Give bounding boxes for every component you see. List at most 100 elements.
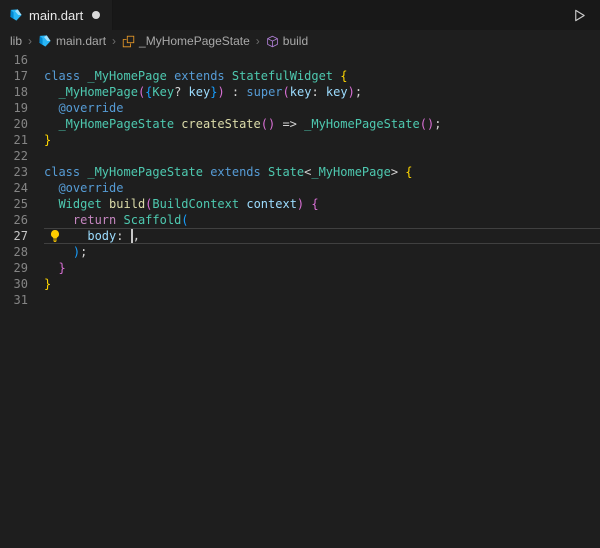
code-token: key bbox=[326, 85, 348, 99]
code-token: Key bbox=[152, 85, 174, 99]
line-number[interactable]: 29 bbox=[0, 260, 28, 276]
breadcrumb-item--myhomepagestate[interactable]: _MyHomePageState bbox=[122, 34, 250, 48]
code-token: class bbox=[44, 69, 80, 83]
code-token: _MyHomePageState bbox=[87, 165, 203, 179]
code-token: extends bbox=[174, 69, 225, 83]
breadcrumb-item-build[interactable]: build bbox=[266, 34, 308, 48]
code-token bbox=[44, 117, 58, 131]
breadcrumb-item-main-dart[interactable]: main.dart bbox=[38, 34, 106, 48]
line-number[interactable]: 19 bbox=[0, 100, 28, 116]
code-line-content bbox=[44, 148, 600, 164]
method-icon bbox=[266, 35, 279, 48]
line-number[interactable]: 17 bbox=[0, 68, 28, 84]
vscode-window: main.dart lib› main.dart› _MyHomePageSta… bbox=[0, 0, 600, 548]
code-token: BuildContext bbox=[152, 197, 239, 211]
code-token bbox=[44, 213, 73, 227]
code-line[interactable]: 20 _MyHomePageState createState() => _My… bbox=[0, 116, 600, 132]
code-line[interactable]: 22 bbox=[0, 148, 600, 164]
tab-bar-spacer bbox=[113, 0, 559, 30]
line-number[interactable]: 31 bbox=[0, 292, 28, 308]
breadcrumb-separator: › bbox=[27, 34, 33, 48]
line-number[interactable]: 18 bbox=[0, 84, 28, 100]
code-line[interactable]: 23 class _MyHomePageState extends State<_… bbox=[0, 164, 600, 180]
code-token: : bbox=[225, 85, 247, 99]
breadcrumb-separator: › bbox=[255, 34, 261, 48]
code-editor[interactable]: 1617 class _MyHomePage extends StatefulWi… bbox=[0, 52, 600, 548]
line-number[interactable]: 23 bbox=[0, 164, 28, 180]
code-token: Widget bbox=[58, 197, 101, 211]
code-token: @override bbox=[58, 101, 123, 115]
breadcrumb-item-label: _MyHomePageState bbox=[139, 34, 250, 48]
code-token: { bbox=[340, 69, 347, 83]
code-line[interactable]: 29 } bbox=[0, 260, 600, 276]
code-line-content: @override bbox=[44, 100, 600, 116]
code-line-content: _MyHomePage({Key? key}) : super(key: key… bbox=[44, 84, 600, 100]
code-line-content: @override bbox=[44, 180, 600, 196]
code-token: class bbox=[44, 165, 80, 179]
code-line-content: ); bbox=[44, 244, 600, 260]
code-token bbox=[167, 69, 174, 83]
code-line-content: return Scaffold( bbox=[44, 212, 600, 228]
code-token bbox=[44, 245, 73, 259]
code-line-content: body: , bbox=[44, 228, 600, 244]
code-token: ( bbox=[283, 85, 290, 99]
code-token: super bbox=[246, 85, 282, 99]
line-number[interactable]: 25 bbox=[0, 196, 28, 212]
lightbulb-icon[interactable] bbox=[48, 229, 62, 243]
breadcrumb-item-lib[interactable]: lib bbox=[10, 34, 22, 48]
code-token: StatefulWidget bbox=[232, 69, 333, 83]
line-number[interactable]: 27 bbox=[0, 228, 28, 244]
tab-main-dart[interactable]: main.dart bbox=[0, 0, 113, 30]
code-token: return bbox=[73, 213, 116, 227]
code-token bbox=[261, 165, 268, 179]
code-line[interactable]: 31 bbox=[0, 292, 600, 308]
breadcrumb: lib› main.dart› _MyHomePageState› build bbox=[0, 30, 600, 52]
code-line[interactable]: 26 return Scaffold( bbox=[0, 212, 600, 228]
modified-indicator-dot[interactable] bbox=[92, 11, 100, 19]
line-number[interactable]: 30 bbox=[0, 276, 28, 292]
code-token bbox=[225, 69, 232, 83]
code-token: { bbox=[405, 165, 412, 179]
code-line[interactable]: 18 _MyHomePage({Key? key}) : super(key: … bbox=[0, 84, 600, 100]
line-number[interactable]: 16 bbox=[0, 52, 28, 68]
code-token bbox=[44, 181, 58, 195]
code-token: => bbox=[275, 117, 304, 131]
line-number[interactable]: 26 bbox=[0, 212, 28, 228]
code-line-content bbox=[44, 292, 600, 308]
code-token bbox=[44, 261, 58, 275]
code-line[interactable]: 19 @override bbox=[0, 100, 600, 116]
run-button[interactable] bbox=[559, 0, 600, 30]
line-number[interactable]: 21 bbox=[0, 132, 28, 148]
code-token: context bbox=[246, 197, 297, 211]
code-token: > bbox=[391, 165, 405, 179]
line-number[interactable]: 24 bbox=[0, 180, 28, 196]
breadcrumb-item-label: build bbox=[283, 34, 308, 48]
code-line[interactable]: 17class _MyHomePage extends StatefulWidg… bbox=[0, 68, 600, 84]
breadcrumb-item-label: main.dart bbox=[56, 34, 106, 48]
code-line-content: class _MyHomePageState extends State<_My… bbox=[44, 164, 600, 180]
code-token: Scaffold bbox=[124, 213, 182, 227]
code-line-content: } bbox=[44, 276, 600, 292]
code-line-content: _MyHomePageState createState() => _MyHom… bbox=[44, 116, 600, 132]
code-token: _MyHomePageState bbox=[58, 117, 174, 131]
code-line[interactable]: 24 @override bbox=[0, 180, 600, 196]
code-line[interactable]: 21} bbox=[0, 132, 600, 148]
run-icon bbox=[572, 8, 587, 23]
code-token: _MyHomePage bbox=[58, 85, 137, 99]
code-line[interactable]: 27 body: , bbox=[0, 228, 600, 244]
code-line[interactable]: 16 bbox=[0, 52, 600, 68]
code-line[interactable]: 28 ); bbox=[0, 244, 600, 260]
code-token bbox=[102, 197, 109, 211]
line-number[interactable]: 20 bbox=[0, 116, 28, 132]
line-number[interactable]: 28 bbox=[0, 244, 28, 260]
code-token: key bbox=[290, 85, 312, 99]
code-line[interactable]: 30} bbox=[0, 276, 600, 292]
code-token: ) bbox=[348, 85, 355, 99]
code-token: : bbox=[311, 85, 325, 99]
code-line[interactable]: 25 Widget build(BuildContext context) { bbox=[0, 196, 600, 212]
code-line-content: } bbox=[44, 260, 600, 276]
line-number[interactable]: 22 bbox=[0, 148, 28, 164]
code-token bbox=[44, 101, 58, 115]
code-token: ; bbox=[355, 85, 362, 99]
code-token bbox=[116, 213, 123, 227]
